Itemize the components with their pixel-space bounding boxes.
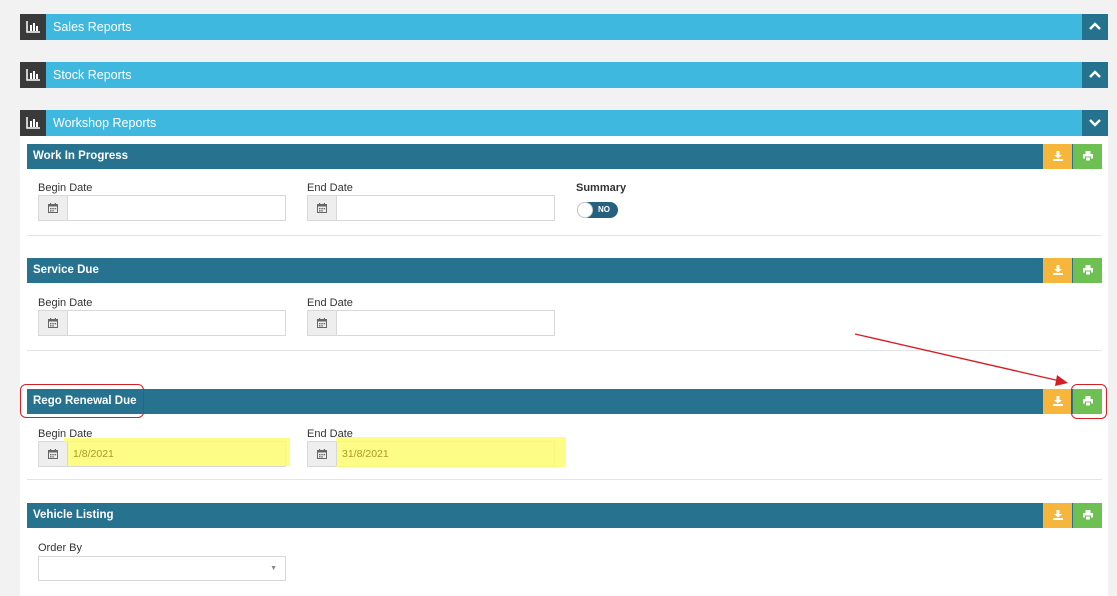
- annotation-arrow: [854, 333, 1068, 386]
